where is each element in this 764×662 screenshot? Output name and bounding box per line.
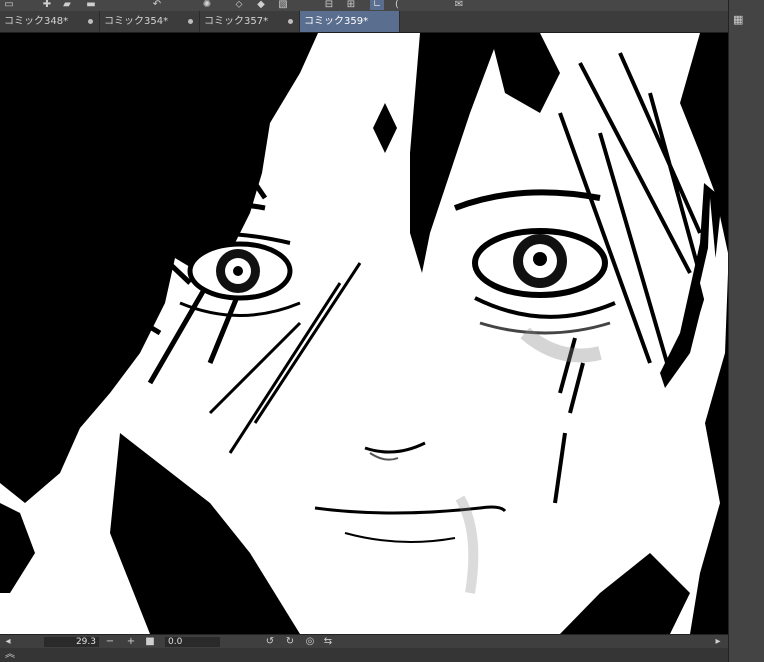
- tab-comic-357[interactable]: コミック357*: [200, 11, 300, 32]
- grid-icon[interactable]: ⊞: [344, 0, 358, 10]
- undo-icon[interactable]: ↶: [150, 0, 164, 10]
- panel-menu-icon[interactable]: ▦: [733, 14, 745, 26]
- unsaved-dot-icon: [88, 19, 93, 24]
- unsaved-dot-icon: [188, 19, 193, 24]
- drawing-canvas[interactable]: [0, 33, 728, 634]
- zoom-in-icon[interactable]: +: [125, 636, 137, 648]
- layout-icon[interactable]: ▭: [2, 0, 16, 10]
- tab-comic-359[interactable]: コミック359*: [300, 11, 400, 32]
- tab-label: コミック357*: [204, 16, 269, 27]
- tab-label: コミック348*: [4, 16, 69, 27]
- manga-artwork: [0, 33, 728, 634]
- status-bar: ︽: [0, 648, 728, 662]
- zoom-field[interactable]: 29.3: [44, 637, 99, 647]
- tab-comic-354[interactable]: コミック354*: [100, 11, 200, 32]
- rotation-field[interactable]: 0.0: [165, 637, 220, 647]
- reset-rotation-icon[interactable]: ◎: [304, 636, 316, 648]
- ruler-icon[interactable]: ⊟: [322, 0, 336, 10]
- flip-icon[interactable]: ⇆: [322, 636, 334, 648]
- tab-label: コミック354*: [104, 16, 169, 27]
- rotate-left-icon[interactable]: ↺: [264, 636, 276, 648]
- fill-icon[interactable]: ◆: [254, 0, 268, 10]
- scroll-left-icon[interactable]: ◂: [2, 636, 14, 648]
- fit-icon[interactable]: ■: [144, 636, 156, 648]
- new-canvas-icon[interactable]: ✚: [40, 0, 54, 10]
- loading-icon: ✺: [202, 0, 212, 10]
- document-tabs: コミック348* コミック354* コミック357* コミック359*: [0, 11, 728, 33]
- navigator-bar: ◂ 29.3 − + ■ 0.0 ↺ ↻ ◎ ⇆ ▸: [0, 634, 728, 649]
- zoom-out-icon[interactable]: −: [104, 636, 116, 648]
- rotate-right-icon[interactable]: ↻: [284, 636, 296, 648]
- save-icon[interactable]: ▬: [84, 0, 98, 10]
- snap-curve-icon[interactable]: (: [390, 0, 404, 10]
- snap-icon[interactable]: ∟: [370, 0, 384, 10]
- expand-up-icon[interactable]: ︽: [4, 649, 16, 661]
- unsaved-dot-icon: [288, 19, 293, 24]
- selection-icon[interactable]: ▧: [276, 0, 290, 10]
- tab-comic-348[interactable]: コミック348*: [0, 11, 100, 32]
- open-icon[interactable]: ▰: [60, 0, 74, 10]
- right-side-panel: ▦: [728, 0, 764, 662]
- scroll-right-icon[interactable]: ▸: [712, 636, 724, 648]
- transform-icon[interactable]: ⬦: [232, 0, 246, 10]
- tab-label: コミック359*: [304, 16, 369, 27]
- speech-bubble-icon[interactable]: ✉: [452, 0, 466, 10]
